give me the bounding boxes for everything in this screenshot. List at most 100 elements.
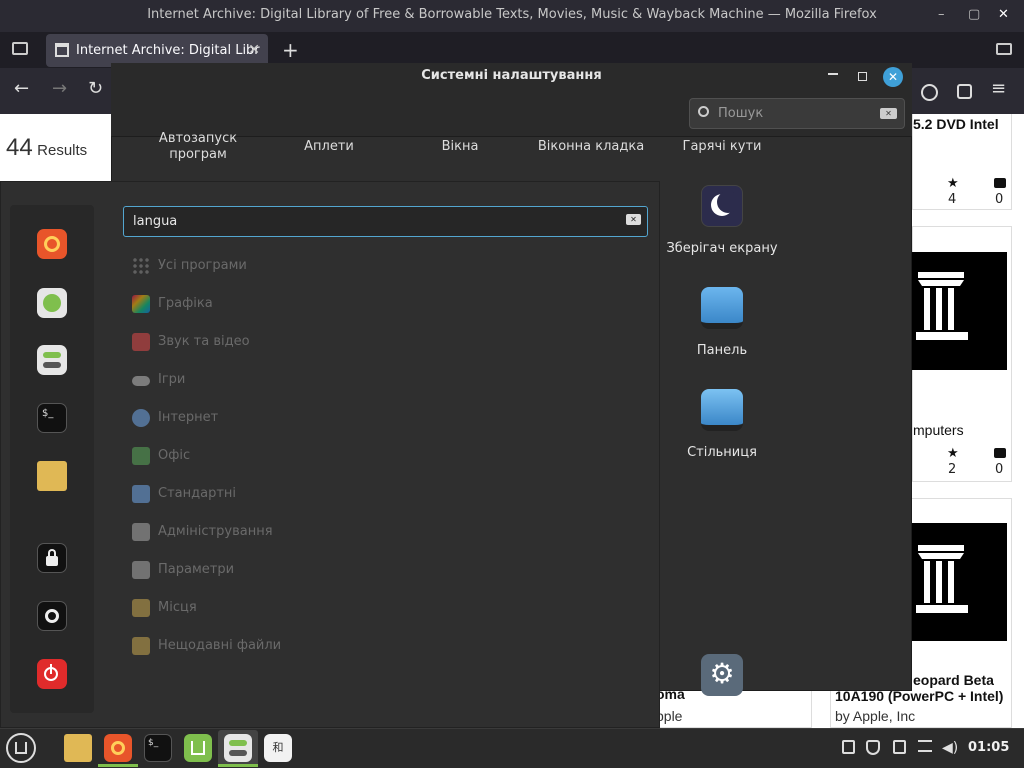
menu-category-internet[interactable]: Інтернет [132,408,218,428]
grid-icon [132,257,150,275]
mint-menu-icon[interactable] [6,733,36,763]
firefox-icon[interactable] [104,734,132,762]
power-icon[interactable] [37,659,67,689]
desktop-icon[interactable] [701,389,743,431]
firefox-icon[interactable] [37,229,67,259]
settings-category-hot-corners[interactable]: Гарячі кути [672,139,772,154]
tile-label-desktop[interactable]: Стільниця [652,445,792,460]
results-label: Results [37,142,88,159]
terminal-icon[interactable]: $_ [37,403,67,433]
new-tab-button[interactable]: + [282,38,299,62]
window-title: Internet Archive: Digital Library of Fre… [147,7,877,22]
active-window-indicator [98,764,138,767]
menu-category-recent[interactable]: Нещодавні файли [132,636,281,656]
menu-category-accessories[interactable]: Стандартні [132,484,236,504]
archive-logo-icon [916,272,968,340]
notifications-icon[interactable] [842,740,855,754]
tile-label-screensaver[interactable]: Зберігач екрану [652,241,792,256]
menu-search-value: langua [133,214,178,229]
favorites-sidebar [10,205,94,713]
search-icon [698,106,709,117]
office-icon [132,447,150,465]
menu-category-all[interactable]: Усі програми [132,256,247,276]
menu-button[interactable]: ≡ [991,78,1006,99]
software-manager-icon[interactable] [37,288,67,318]
minimize-button[interactable]: – [938,0,945,30]
settings-category-window-tiling[interactable]: Віконна кладка [536,139,646,154]
admin-icon [132,523,150,541]
settings-category-windows[interactable]: Вікна [420,139,500,154]
clock[interactable]: 01:05 [968,740,1009,755]
account-icon[interactable] [921,84,938,101]
clear-search-icon[interactable]: ✕ [626,214,641,225]
card-favorites: 4 [948,192,957,207]
card-author: by Apple, Inc [835,708,916,724]
archive-favicon-icon [55,43,69,57]
maximize-button[interactable]: ▢ [968,0,980,30]
star-icon: ★ [947,446,959,461]
media-icon [132,333,150,351]
menu-category-media[interactable]: Звук та відео [132,332,250,352]
settings-maximize-button[interactable] [858,72,867,81]
menu-category-administration[interactable]: Адміністрування [132,522,273,542]
folder-icon [132,599,150,617]
card-comments: 0 [995,462,1004,477]
files-folder-icon[interactable] [64,734,92,762]
archive-logo-icon [916,545,968,613]
settings-minimize-button[interactable] [828,73,838,75]
settings-title: Системні налаштування [421,68,602,83]
network-icon[interactable] [918,740,932,752]
menu-category-graphics[interactable]: Графіка [132,294,213,314]
card-favorites: 2 [948,462,957,477]
gear-icon[interactable]: ⚙ [701,654,743,696]
settings-close-button[interactable]: ✕ [883,67,903,87]
graphics-icon [132,295,150,313]
volume-icon[interactable]: ◀) [942,740,958,756]
scissors-icon [132,485,150,503]
extensions-icon[interactable] [957,84,972,99]
results-count: 44 Results [6,134,87,162]
menu-category-office[interactable]: Офіс [132,446,190,466]
gamepad-icon [132,376,150,386]
start-menu [0,181,660,728]
character-map-icon[interactable]: 和 [264,734,292,762]
update-manager-icon[interactable] [893,740,906,754]
comment-icon [994,178,1006,188]
menu-search-input[interactable]: langua [123,206,648,237]
menu-category-preferences[interactable]: Параметри [132,560,234,580]
tab-overview-icon[interactable] [12,42,28,55]
back-button[interactable]: ← [14,78,29,99]
card-title: eopard Beta [913,672,994,688]
files-folder-icon[interactable] [37,461,67,491]
terminal-icon[interactable]: $_ [144,734,172,762]
results-number: 44 [6,134,33,161]
close-button[interactable]: ✕ [998,0,1009,30]
settings-icon [132,561,150,579]
clear-search-icon[interactable]: ✕ [880,108,897,119]
recent-folder-icon [132,637,150,655]
moon-icon[interactable] [701,185,743,227]
settings-toggle-icon[interactable] [224,734,252,762]
menu-category-places[interactable]: Місця [132,598,197,618]
settings-category-applets[interactable]: Аплети [289,139,369,154]
tab-title: Internet Archive: Digital Libr [76,43,260,58]
software-manager-icon[interactable] [184,734,212,762]
forward-button[interactable]: → [52,78,67,99]
list-all-tabs-icon[interactable] [996,43,1012,55]
panel-icon[interactable] [701,287,743,329]
active-window-indicator [218,764,258,767]
cloud-icon [132,409,150,427]
settings-toggle-icon[interactable] [37,345,67,375]
firefox-titlebar: Internet Archive: Digital Library of Fre… [0,0,1024,32]
logout-icon[interactable] [37,601,67,631]
card-title: 5.2 DVD Intel [913,116,999,132]
shield-icon[interactable] [866,740,880,755]
tile-label-panel[interactable]: Панель [652,343,792,358]
settings-category-autostart[interactable]: Автозапуск програм [148,131,248,163]
comment-icon [994,448,1006,458]
settings-search-input[interactable]: Пошук [689,98,905,129]
menu-category-games[interactable]: Ігри [132,370,185,390]
reload-button[interactable]: ↻ [88,78,103,99]
lock-icon[interactable] [37,543,67,573]
star-icon: ★ [947,176,959,191]
